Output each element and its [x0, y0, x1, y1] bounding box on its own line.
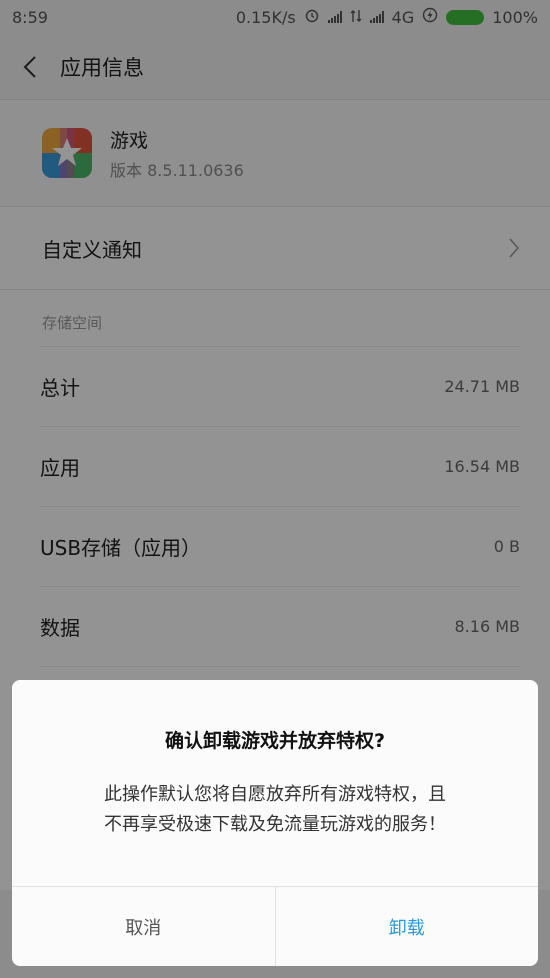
dialog-buttons: 取消 卸载 — [12, 886, 538, 966]
dialog-message: 此操作默认您将自愿放弃所有游戏特权，且 不再享受极速下载及免流量玩游戏的服务！ — [12, 780, 538, 840]
dialog-message-line: 不再享受极速下载及免流量玩游戏的服务！ — [104, 814, 446, 835]
cancel-button[interactable]: 取消 — [12, 887, 276, 966]
dialog-title: 确认卸载游戏并放弃特权? — [164, 730, 386, 752]
dialog-message-line: 此操作默认您将自愿放弃所有游戏特权，且 — [104, 784, 446, 805]
uninstall-button[interactable]: 卸载 — [276, 887, 539, 966]
uninstall-dialog: 确认卸载游戏并放弃特权? 此操作默认您将自愿放弃所有游戏特权，且 不再享受极速下… — [12, 680, 538, 966]
